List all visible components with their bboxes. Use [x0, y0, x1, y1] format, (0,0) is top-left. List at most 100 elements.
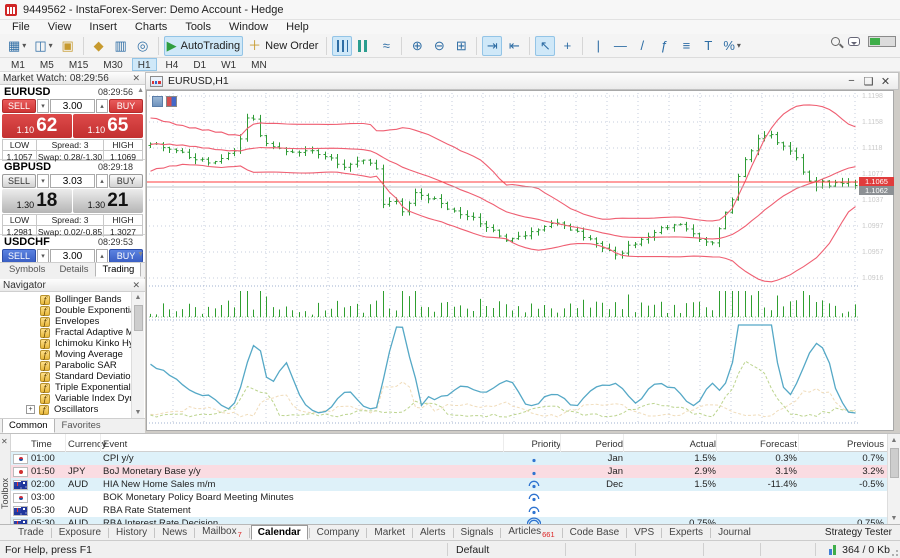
- menu-help[interactable]: Help: [277, 20, 318, 34]
- navigator-item-standard-deviation[interactable]: fStandard Deviation: [0, 371, 145, 382]
- menu-charts[interactable]: Charts: [126, 20, 176, 34]
- cursor-button[interactable]: ↖: [535, 36, 555, 56]
- candle-chart-button[interactable]: [354, 36, 374, 56]
- tab-company[interactable]: Company: [311, 526, 366, 539]
- column-header-event[interactable]: Event: [103, 438, 503, 451]
- ask-price[interactable]: 1.3021: [73, 189, 143, 213]
- calendar-row[interactable]: 01:00CPI y/yJan1.5%0.3%0.7%: [11, 452, 887, 465]
- zoom-out-button[interactable]: ⊖: [429, 36, 449, 56]
- chat-icon[interactable]: [848, 37, 860, 46]
- one-click-trading-icon[interactable]: [152, 96, 163, 107]
- scrollbar-thumb[interactable]: [134, 305, 143, 331]
- scroll-up-icon[interactable]: ▲: [137, 87, 144, 94]
- close-icon[interactable]: ✕: [130, 280, 142, 291]
- tab-signals[interactable]: Signals: [455, 526, 500, 539]
- line-chart-button[interactable]: ≈: [376, 36, 396, 56]
- accounts-button[interactable]: ▣: [58, 36, 78, 56]
- symbol-block-gbpusd[interactable]: GBPUSD 08:29:18 SELL ▾ 3.03 ▴ BUY 1.3018…: [0, 160, 145, 235]
- timeframe-h4[interactable]: H4: [160, 58, 185, 71]
- menu-tools[interactable]: Tools: [176, 20, 220, 34]
- close-icon[interactable]: ✕: [130, 73, 142, 84]
- tab-experts[interactable]: Experts: [663, 526, 709, 539]
- zoom-in-button[interactable]: ⊕: [407, 36, 427, 56]
- menu-file[interactable]: File: [3, 20, 39, 34]
- timeframe-m30[interactable]: M30: [97, 58, 128, 71]
- tab-exposure[interactable]: Exposure: [53, 526, 107, 539]
- autotrading-button[interactable]: ▶AutoTrading: [164, 36, 244, 56]
- symbol-block-eurusd[interactable]: EURUSD 08:29:56 SELL ▾ 3.00 ▴ BUY 1.1062…: [0, 85, 145, 160]
- navigator-group-oscillators[interactable]: +fOscillators: [0, 404, 145, 415]
- tab-journal[interactable]: Journal: [712, 526, 757, 539]
- bid-price[interactable]: 1.1062: [2, 114, 72, 138]
- maximize-icon[interactable]: ❑: [860, 75, 877, 88]
- close-icon[interactable]: ✕: [1, 437, 8, 446]
- market-watch-tab-trading[interactable]: Trading: [95, 262, 141, 277]
- search-icon[interactable]: [831, 37, 840, 46]
- tab-articles[interactable]: Articles661: [502, 525, 560, 540]
- market-watch-tab-symbols[interactable]: Symbols: [2, 262, 52, 277]
- auto-scroll-button[interactable]: ⇥: [482, 36, 502, 56]
- navigator-item-double-exponential[interactable]: fDouble Exponential: [0, 305, 145, 316]
- calendar-scrollbar[interactable]: ▲ ▼: [887, 434, 900, 524]
- data-window-button[interactable]: ▥: [111, 36, 131, 56]
- menu-view[interactable]: View: [39, 20, 81, 34]
- calendar-row[interactable]: 01:50JPYBoJ Monetary Base y/yJan2.9%3.1%…: [11, 465, 887, 478]
- profiles-button[interactable]: ◫▾: [31, 36, 55, 56]
- sell-button[interactable]: SELL: [2, 249, 36, 262]
- timeframe-d1[interactable]: D1: [187, 58, 212, 71]
- minimize-icon[interactable]: −: [843, 75, 860, 88]
- profile-name[interactable]: Default: [456, 544, 489, 556]
- bid-price[interactable]: 1.3018: [2, 189, 72, 213]
- tab-vps[interactable]: VPS: [628, 526, 660, 539]
- timeframe-mn[interactable]: MN: [245, 58, 273, 71]
- new-chart-button[interactable]: ▦▾: [5, 36, 29, 56]
- navigator-item-triple-exponential-m[interactable]: fTriple Exponential M: [0, 382, 145, 393]
- crosshair-button[interactable]: +: [557, 36, 577, 56]
- chart-shift-button[interactable]: ⇤: [504, 36, 524, 56]
- fibonacci-button[interactable]: ƒ: [654, 36, 674, 56]
- volume-up-icon[interactable]: ▴: [96, 249, 108, 262]
- volume-field[interactable]: 3.00: [50, 99, 95, 113]
- timeframe-m1[interactable]: M1: [5, 58, 31, 71]
- calendar-row[interactable]: 05:30AUDRBA Interest Rate Decision0.75%0…: [11, 517, 887, 524]
- symbol-block-usdchf[interactable]: USDCHF 08:29:53 SELL ▾ 3.00 ▴ BUY: [0, 235, 145, 262]
- menu-insert[interactable]: Insert: [80, 20, 126, 34]
- navigator-scrollbar[interactable]: ▲ ▼: [131, 292, 144, 418]
- new-order-button[interactable]: ＋New Order: [245, 36, 321, 56]
- navigator-tab-favorites[interactable]: Favorites: [55, 418, 108, 433]
- scroll-down-icon[interactable]: ▼: [132, 409, 144, 416]
- tab-news[interactable]: News: [156, 526, 193, 539]
- volume-up-icon[interactable]: ▴: [96, 174, 108, 188]
- timeframe-m15[interactable]: M15: [63, 58, 94, 71]
- scroll-up-icon[interactable]: ▲: [132, 292, 144, 301]
- depth-of-market-icon[interactable]: [166, 96, 177, 107]
- navigator-item-bollinger-bands[interactable]: fBollinger Bands: [0, 294, 145, 305]
- tab-trade[interactable]: Trade: [12, 526, 50, 539]
- tab-mailbox[interactable]: Mailbox7: [196, 525, 248, 540]
- tab-code-base[interactable]: Code Base: [564, 526, 625, 539]
- market-watch-tab-details[interactable]: Details: [52, 262, 95, 277]
- navigator-item-fractal-adaptive-mc[interactable]: fFractal Adaptive Mc: [0, 327, 145, 338]
- menu-window[interactable]: Window: [220, 20, 277, 34]
- volume-dropdown-icon[interactable]: ▾: [37, 174, 49, 188]
- vertical-line-button[interactable]: |: [588, 36, 608, 56]
- timeframe-m5[interactable]: M5: [34, 58, 60, 71]
- timeframe-w1[interactable]: W1: [215, 58, 242, 71]
- calendar-row[interactable]: 02:00AUDHIA New Home Sales m/mDec1.5%-11…: [11, 478, 887, 491]
- text-button[interactable]: T: [698, 36, 718, 56]
- tile-windows-button[interactable]: ⊞: [451, 36, 471, 56]
- volume-up-icon[interactable]: ▴: [96, 99, 108, 113]
- chart-plot-area[interactable]: 1.11981.11581.11181.10771.10371.09971.09…: [146, 90, 894, 431]
- navigator-button[interactable]: ◎: [133, 36, 153, 56]
- calendar-row[interactable]: 03:00BOK Monetary Policy Board Meeting M…: [11, 491, 887, 504]
- scrollbar-thumb[interactable]: [890, 448, 899, 478]
- chart-window-titlebar[interactable]: EURUSD,H1 − ❑ ✕: [145, 72, 899, 90]
- horizontal-line-button[interactable]: —: [610, 36, 630, 56]
- sell-button[interactable]: SELL: [2, 174, 36, 188]
- channel-button[interactable]: ≡: [676, 36, 696, 56]
- volume-field[interactable]: 3.00: [50, 249, 95, 262]
- column-header-previous[interactable]: Previous: [801, 438, 884, 451]
- strategy-tester-label[interactable]: Strategy Tester: [825, 527, 892, 538]
- volume-field[interactable]: 3.03: [50, 174, 95, 188]
- close-icon[interactable]: ✕: [877, 75, 894, 88]
